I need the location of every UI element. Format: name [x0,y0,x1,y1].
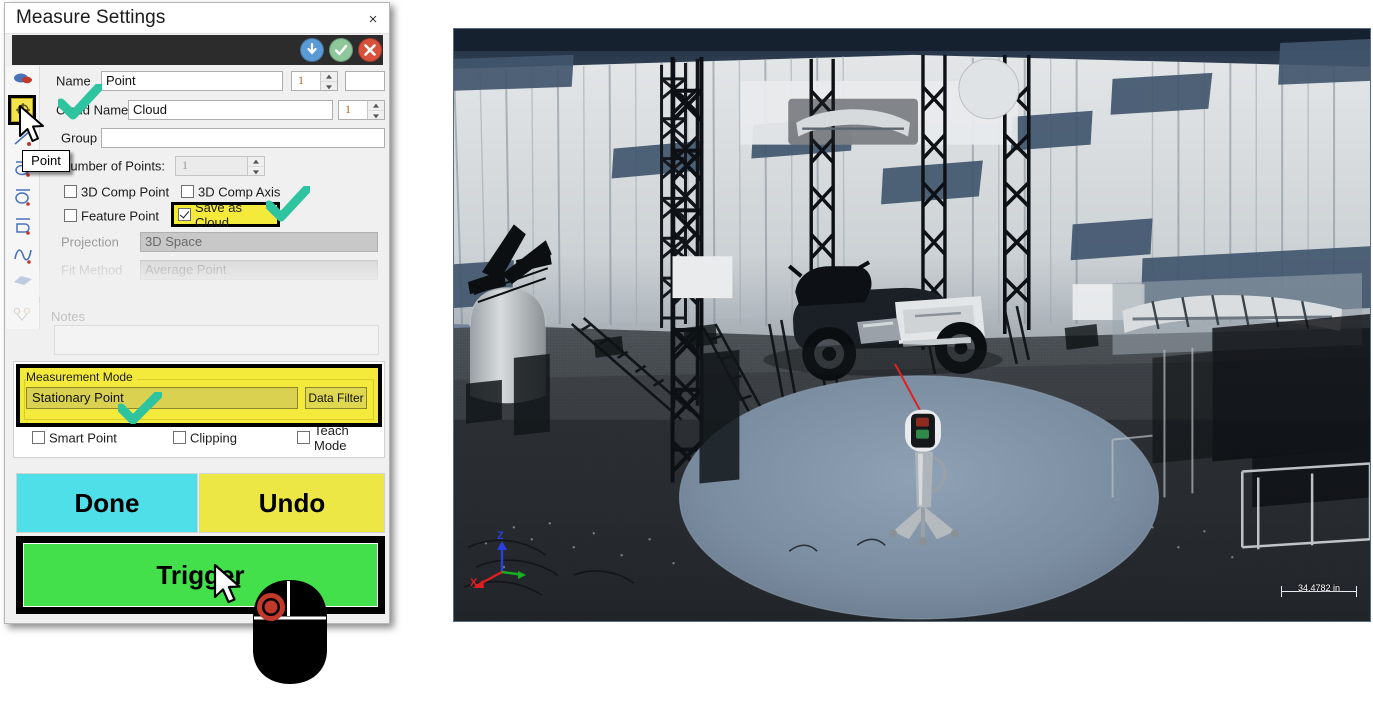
measurement-mode-highlight: Measurement Mode Stationary Point Data F… [16,364,382,427]
checkbox-teach-mode[interactable] [297,431,310,444]
arrow-down-circle-icon[interactable] [300,38,324,62]
fit-method-label: Fit Method [61,262,123,278]
notes-section: Notes [6,303,387,361]
number-of-points-stepper[interactable]: 1 [175,156,265,176]
cloud-index-arrows[interactable] [367,101,384,119]
dialog-titlebar: Measure Settings × [5,3,389,34]
close-icon[interactable]: × [365,12,381,27]
left-click-mouse-icon [247,578,333,691]
checkbox-smart-point-label: Smart Point [49,430,117,446]
checkbox-teach-mode-label: Teach Mode [314,423,349,453]
checkbox-3d-comp-point[interactable] [64,185,77,198]
notes-input[interactable] [54,325,379,355]
projection-select[interactable]: 3D Space [140,232,378,252]
group-row: Group [39,124,387,152]
x-circle-icon[interactable] [358,38,382,62]
arc-tool[interactable] [8,182,37,211]
scale-bar: 34.4782 in [1281,583,1357,605]
line-tool[interactable] [8,124,37,153]
name-index-stepper[interactable]: 1 [291,71,338,91]
checkbox-clipping[interactable] [173,431,186,444]
checkbox-smart-point[interactable] [32,431,45,444]
svg-text:Z: Z [497,530,504,542]
projection-row: Projection 3D Space [39,228,387,256]
cloud-name-input[interactable]: Cloud [128,100,333,120]
number-of-points-row: Number of Points: 1 [39,152,387,180]
checkbox-3d-comp-point-label: 3D Comp Point [81,184,170,200]
notes-tool-icon[interactable] [6,303,40,329]
group-label: Group [61,130,98,146]
name-extra-input[interactable] [345,71,385,91]
point-tooltip: Point [22,150,70,172]
checkbox-feature-point[interactable] [64,209,77,222]
name-input[interactable]: Point [101,71,283,91]
fit-method-row: Fit Method Average Point [39,256,387,284]
spline-tool[interactable] [8,240,37,269]
name-row: Name Point 1 [39,66,387,96]
axis-triad-icon: Z X [466,528,528,599]
measurement-mode-select[interactable]: Stationary Point [26,387,298,409]
cloud-name-label: Cloud Name [56,102,129,118]
point-crosshair-icon[interactable] [8,95,36,125]
page-title: Measure Settings [16,7,166,28]
plane-tool[interactable] [8,269,37,298]
checkbox-save-as-cloud[interactable] [178,207,191,221]
measurement-mode-label: Measurement Mode [26,370,137,384]
measure-settings-dialog: Measure Settings × Name Point 1 Cloud Na… [4,2,390,624]
number-of-points-arrows[interactable] [247,157,264,175]
done-button[interactable]: Done [16,473,198,533]
checkbox-save-as-cloud-label: Save as Cloud [195,199,242,230]
fit-method-select[interactable]: Average Point [140,260,378,280]
checkbox-feature-point-label: Feature Point [81,208,160,224]
cloud-name-row: Cloud Name Cloud 1 [39,96,387,124]
save-as-cloud-highlight: Save as Cloud [171,199,280,230]
dialog-action-bar [12,35,383,65]
measurement-options-row: Smart Point Clipping Teach Mode [16,423,382,453]
data-filter-button[interactable]: Data Filter [305,387,367,409]
group-select[interactable] [101,128,385,148]
svg-text:X: X [470,577,478,589]
cloud-index-stepper[interactable]: 1 [338,100,385,120]
point-cloud-viewport[interactable]: Z X 34.4782 in [453,28,1371,622]
projection-label: Projection [61,234,119,250]
checkbox-3d-comp-axis[interactable] [181,185,194,198]
cloud-tool[interactable] [8,66,37,95]
scale-bar-label: 34.4782 in [1297,583,1341,593]
check-circle-icon[interactable] [329,38,353,62]
name-label: Name [56,73,91,89]
slot-tool[interactable] [8,211,37,240]
checkbox-clipping-label: Clipping [190,430,237,446]
checkbox-3d-comp-axis-label: 3D Comp Axis [198,184,281,200]
settings-form: Name Point 1 Cloud Name Cloud 1 Group Nu… [39,66,387,284]
notes-label: Notes [51,309,85,324]
point-cloud-scene [454,29,1370,621]
name-index-arrows[interactable] [320,72,337,90]
undo-button[interactable]: Undo [199,473,385,533]
number-of-points-label: Number of Points: [61,158,166,174]
feature-checkbox-row: Feature Point Save as Cloud [39,199,387,230]
